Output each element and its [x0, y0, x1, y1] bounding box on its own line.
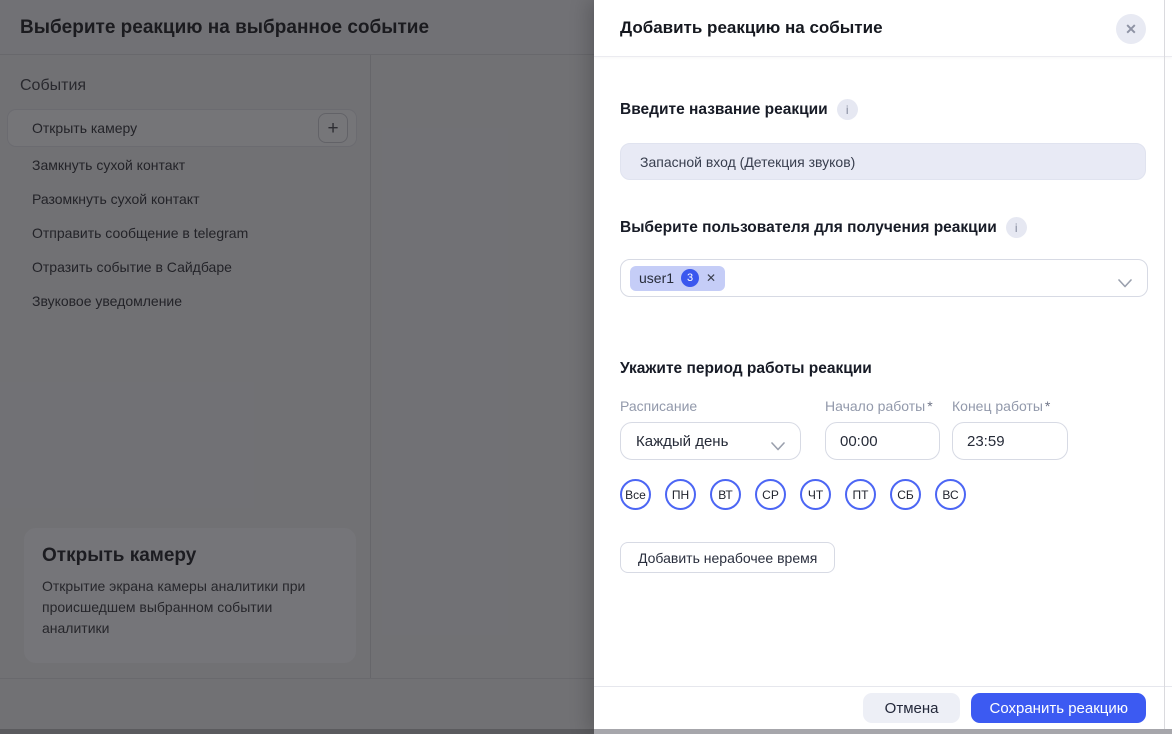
day-chip-sat[interactable]: СБ — [890, 479, 921, 510]
chevron-down-icon — [1118, 275, 1132, 293]
chevron-down-icon — [771, 438, 785, 455]
start-time-label: Начало работы * — [825, 398, 940, 414]
start-time-field: Начало работы * — [825, 398, 940, 460]
user-multiselect[interactable]: user1 3 ✕ — [620, 259, 1148, 297]
schedule-label: Расписание — [620, 398, 698, 414]
start-time-label-text: Начало работы — [825, 398, 926, 414]
day-chip-fri[interactable]: ПТ — [845, 479, 876, 510]
day-chip-mon[interactable]: ПН — [665, 479, 696, 510]
day-chip-sun[interactable]: ВС — [935, 479, 966, 510]
scrollbar-gutter[interactable] — [1164, 0, 1165, 734]
user-chip-name: user1 — [639, 270, 675, 286]
schedule-select[interactable]: Каждый день — [620, 422, 801, 460]
end-time-label-text: Конец работы — [952, 398, 1043, 414]
required-mark: * — [927, 398, 933, 414]
day-chip-thu[interactable]: ЧТ — [800, 479, 831, 510]
drawer-header: Добавить реакцию на событие ✕ — [594, 0, 1172, 57]
required-mark: * — [1044, 398, 1051, 414]
schedule-select-value: Каждый день — [636, 432, 729, 450]
user-chip: user1 3 ✕ — [630, 265, 726, 291]
info-icon[interactable]: i — [836, 99, 858, 120]
day-chip-wed[interactable]: СР — [755, 479, 786, 510]
window-bottom-edge-right — [594, 729, 1172, 734]
day-chip-all[interactable]: Все — [620, 479, 651, 510]
window-bottom-edge-left — [0, 729, 594, 734]
info-icon[interactable]: i — [1005, 217, 1027, 238]
period-section-label: Укажите период работы реакции — [620, 360, 872, 377]
save-reaction-button[interactable]: Сохранить реакцию — [971, 693, 1146, 723]
user-section-header: Выберите пользователя для получения реак… — [620, 217, 1146, 238]
reaction-name-input[interactable] — [620, 143, 1146, 180]
cancel-button[interactable]: Отмена — [862, 693, 961, 723]
day-chip-tue[interactable]: ВТ — [710, 479, 741, 510]
name-section-label: Введите название реакции — [620, 100, 828, 118]
schedule-field: Расписание Каждый день — [620, 398, 801, 460]
period-controls: Расписание Каждый день Начало работы* Ко… — [620, 398, 1146, 460]
drawer-title: Добавить реакцию на событие — [620, 18, 883, 37]
close-icon[interactable]: ✕ — [1116, 14, 1146, 44]
chip-remove-icon[interactable]: ✕ — [706, 271, 716, 285]
user-chip-count-badge: 3 — [681, 269, 700, 287]
end-time-field: Конец работы * — [952, 398, 1068, 460]
screen: Выберите реакцию на выбранное событие Со… — [0, 0, 1172, 734]
end-time-input[interactable] — [952, 422, 1068, 460]
weekday-selector: Все ПН ВТ СР ЧТ ПТ СБ ВС — [620, 479, 1146, 510]
drawer-body: Введите название реакции i Выберите поль… — [594, 99, 1172, 573]
end-time-label: Конец работы * — [952, 398, 1068, 414]
add-reaction-drawer: Добавить реакцию на событие ✕ Введите на… — [594, 0, 1172, 734]
user-section-label: Выберите пользователя для получения реак… — [620, 218, 997, 236]
name-section-header: Введите название реакции i — [620, 99, 1146, 120]
start-time-input[interactable] — [825, 422, 940, 460]
drawer-footer: Отмена Сохранить реакцию — [594, 686, 1172, 729]
add-downtime-button[interactable]: Добавить нерабочее время — [620, 542, 836, 573]
period-section-header: Укажите период работы реакции — [620, 360, 1146, 378]
